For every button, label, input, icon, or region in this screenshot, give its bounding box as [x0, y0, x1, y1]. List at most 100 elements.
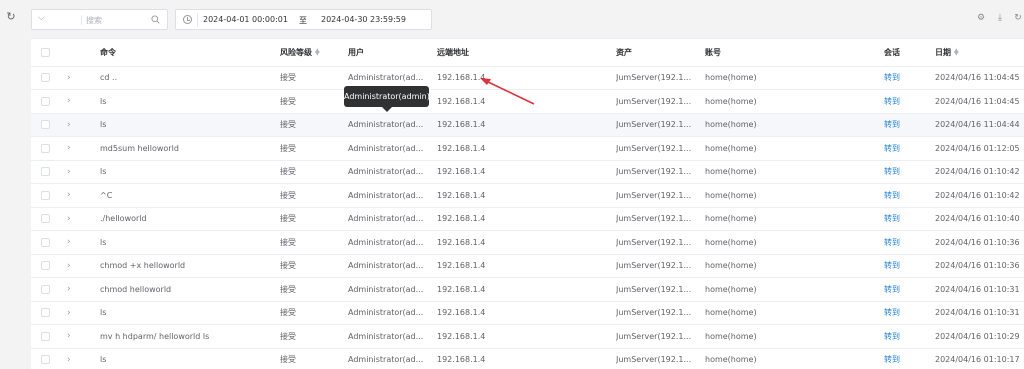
cell-user: Administrator(ad...: [348, 348, 437, 369]
cell-account-text: home(home): [705, 214, 757, 224]
cell-account-text: home(home): [705, 331, 757, 341]
date-range-picker[interactable]: 2024-04-01 00:00:01 至 2024-04-30 23:59:5…: [175, 9, 432, 30]
chevron-down-icon[interactable]: ⌵: [38, 13, 48, 25]
settings-icon[interactable]: ⚙: [976, 13, 986, 23]
expand-icon[interactable]: ›: [61, 331, 71, 341]
cell-session[interactable]: 转到: [884, 277, 935, 302]
cell-session-text[interactable]: 转到: [884, 238, 900, 247]
row-checkbox[interactable]: [41, 355, 50, 365]
header-user: 用户: [348, 39, 437, 67]
cell-user-text: Administrator(ad...: [348, 237, 424, 247]
expand-icon[interactable]: ›: [61, 261, 71, 271]
cell-session[interactable]: 转到: [884, 207, 935, 231]
header-risk[interactable]: 风险等级 ▲ ▼: [280, 39, 348, 67]
header-date[interactable]: 日期 ▲ ▼: [935, 39, 1024, 67]
expand-icon[interactable]: ›: [61, 355, 71, 365]
row-checkbox[interactable]: [41, 261, 50, 271]
row-checkbox[interactable]: [41, 167, 50, 177]
cell-command-text: ls: [100, 120, 107, 130]
row-checkbox[interactable]: [41, 284, 50, 294]
cell-session[interactable]: 转到: [884, 113, 935, 137]
cell-account: home(home): [705, 136, 884, 161]
row-checkbox[interactable]: [41, 331, 50, 341]
search-icon[interactable]: [151, 15, 160, 24]
expand-icon[interactable]: ›: [61, 284, 71, 294]
table-row[interactable]: › mv h hdparm/ helloworld ls 接受 Administrat…: [31, 324, 1024, 349]
row-checkbox[interactable]: [41, 73, 50, 83]
expand-icon[interactable]: ›: [61, 96, 71, 106]
row-checkbox[interactable]: [41, 96, 50, 106]
cell-risk-text: 接受: [280, 284, 296, 294]
cell-session-text[interactable]: 转到: [884, 191, 900, 200]
row-checkbox[interactable]: [41, 308, 50, 318]
expand-icon[interactable]: ›: [61, 167, 71, 177]
expand-icon[interactable]: ›: [61, 190, 71, 200]
row-checkbox[interactable]: [41, 143, 50, 153]
cell-remote-text: 192.168.1.4: [437, 167, 486, 177]
table-row[interactable]: › ls 接受 Administrator(ad... 192.168.1.4 JumSe…: [31, 348, 1024, 369]
cell-risk: 接受: [280, 207, 348, 231]
sort-icon[interactable]: ▲ ▼: [315, 48, 320, 57]
table-row[interactable]: › ^C 接受 Administrator(ad... 192.168.1.4 JumSe…: [31, 183, 1024, 208]
table-row[interactable]: › md5sum helloworld 接受 Administrator(ad... 1…: [31, 136, 1024, 161]
cell-command: mv h hdparm/ helloworld ls: [100, 324, 280, 349]
cell-session-text[interactable]: 转到: [884, 97, 900, 106]
row-checkbox[interactable]: [41, 120, 50, 130]
download-icon[interactable]: ⤓: [995, 13, 1005, 23]
cell-session-text[interactable]: 转到: [884, 144, 900, 153]
table-header: 命令 风险等级 ▲ ▼ 用户 远端地址 资产 账号 会话 日期 ▲ ▼: [31, 39, 1024, 67]
cell-session[interactable]: 转到: [884, 66, 935, 90]
table-row[interactable]: › ls 接受 Administrator(ad... 192.168.1.4 JumSe…: [31, 301, 1024, 325]
cell-command-text: ./helloworld: [100, 214, 147, 224]
cell-session-text[interactable]: 转到: [884, 214, 900, 223]
cell-session-text[interactable]: 转到: [884, 261, 900, 270]
table-row[interactable]: › ls 接受 Administrator(ad... 192.168.1.4 JumSe…: [31, 230, 1024, 255]
cell-session-text[interactable]: 转到: [884, 120, 900, 129]
refresh-icon[interactable]: ↻: [5, 11, 17, 23]
cell-session[interactable]: 转到: [884, 89, 935, 114]
cell-session-text[interactable]: 转到: [884, 355, 900, 364]
search-input[interactable]: [86, 13, 150, 27]
cell-date-text: 2024/04/16 01:10:36: [935, 237, 1020, 247]
table-row[interactable]: › chmod helloworld 接受 Administrator(ad... 19…: [31, 277, 1024, 302]
cell-risk: 接受: [280, 254, 348, 278]
table-row[interactable]: › ./helloworld 接受 Administrator(ad... 192.16…: [31, 207, 1024, 231]
search-box[interactable]: ⌵: [31, 9, 168, 30]
row-checkbox[interactable]: [41, 214, 50, 224]
reload-icon[interactable]: ↻: [1013, 13, 1023, 23]
cell-risk: 接受: [280, 160, 348, 184]
table-row[interactable]: › chmod +x helloworld 接受 Administrator(ad..…: [31, 254, 1024, 278]
expand-icon[interactable]: ›: [61, 237, 71, 247]
row-checkbox[interactable]: [41, 190, 50, 200]
cell-account: home(home): [705, 301, 884, 325]
table-row[interactable]: › ls 接受 Administrator(ad... 192.168.1.4 JumSe…: [31, 160, 1024, 184]
cell-session-text[interactable]: 转到: [884, 167, 900, 176]
cell-session[interactable]: 转到: [884, 183, 935, 208]
select-all-checkbox[interactable]: [41, 47, 50, 57]
expand-icon[interactable]: ›: [61, 143, 71, 153]
cell-session-text[interactable]: 转到: [884, 308, 900, 317]
cell-user: Administrator(ad...: [348, 230, 437, 255]
cell-session[interactable]: 转到: [884, 230, 935, 255]
expand-icon[interactable]: ›: [61, 120, 71, 130]
row-checkbox[interactable]: [41, 237, 50, 247]
sort-icon[interactable]: ▲ ▼: [954, 48, 959, 57]
cell-user: Administrator(ad...: [348, 113, 437, 137]
expand-icon[interactable]: ›: [61, 308, 71, 318]
date-end[interactable]: 2024-04-30 23:59:59: [321, 15, 406, 24]
cell-risk: 接受: [280, 277, 348, 302]
cell-session-text[interactable]: 转到: [884, 285, 900, 294]
cell-session-text[interactable]: 转到: [884, 73, 900, 82]
cell-session[interactable]: 转到: [884, 160, 935, 184]
cell-session[interactable]: 转到: [884, 324, 935, 349]
cell-session[interactable]: 转到: [884, 301, 935, 325]
date-start[interactable]: 2024-04-01 00:00:01: [203, 15, 288, 24]
cell-session[interactable]: 转到: [884, 348, 935, 369]
cell-session[interactable]: 转到: [884, 254, 935, 278]
table-row[interactable]: › ls 接受 Administrator(ad... 192.168.1.4 JumSe…: [31, 113, 1024, 137]
expand-icon[interactable]: ›: [61, 214, 71, 224]
expand-icon[interactable]: ›: [61, 73, 71, 83]
cell-session[interactable]: 转到: [884, 136, 935, 161]
cell-session-text[interactable]: 转到: [884, 332, 900, 341]
cell-asset-text: JumServer(192.1...: [616, 190, 692, 200]
